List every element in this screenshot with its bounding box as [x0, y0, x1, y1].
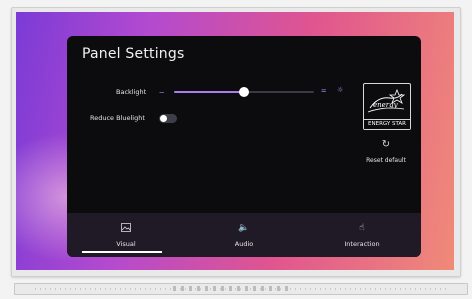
energy-star-label: ENERGY STAR: [364, 119, 410, 129]
sun-icon: ☼: [337, 86, 344, 94]
energy-star-mark-icon: energy: [367, 88, 406, 113]
tab-visual[interactable]: Visual: [67, 213, 185, 257]
toggle-knob: [160, 115, 167, 122]
backlight-label: Backlight: [116, 88, 147, 96]
reset-default-button[interactable]: Reset default: [352, 157, 420, 164]
speaker-icon: 🔈: [238, 223, 250, 233]
reset-icon[interactable]: ↻: [367, 139, 405, 150]
display-stand-bar: [14, 283, 468, 295]
tab-interaction-label: Interaction: [344, 240, 380, 248]
active-tab-indicator: [82, 251, 162, 253]
reduce-bluelight-label: Reduce Bluelight: [90, 114, 145, 122]
backlight-low-icon: ⚊: [159, 88, 165, 95]
backlight-slider-fill: [174, 91, 244, 93]
backlight-high-icon: ⚌: [321, 87, 327, 94]
reduce-bluelight-toggle[interactable]: [159, 114, 177, 123]
tab-audio[interactable]: 🔈 Audio: [185, 213, 303, 257]
tab-visual-label: Visual: [116, 240, 136, 248]
tab-audio-label: Audio: [234, 240, 254, 248]
page-title: Panel Settings: [82, 46, 185, 62]
image-icon: [67, 223, 185, 235]
backlight-slider[interactable]: [174, 87, 314, 97]
tab-bar: Visual 🔈 Audio ☝ Interaction: [67, 213, 421, 257]
hardware-buttons: [173, 286, 293, 291]
panel-settings-dialog: Panel Settings Backlight ⚊ ⚌ ☼ Reduce Bl…: [67, 36, 421, 257]
tab-interaction[interactable]: ☝ Interaction: [303, 213, 421, 257]
backlight-slider-thumb[interactable]: [239, 87, 249, 97]
energy-star-logo: energy ENERGY STAR: [363, 83, 411, 130]
touch-icon: ☝: [359, 223, 365, 233]
